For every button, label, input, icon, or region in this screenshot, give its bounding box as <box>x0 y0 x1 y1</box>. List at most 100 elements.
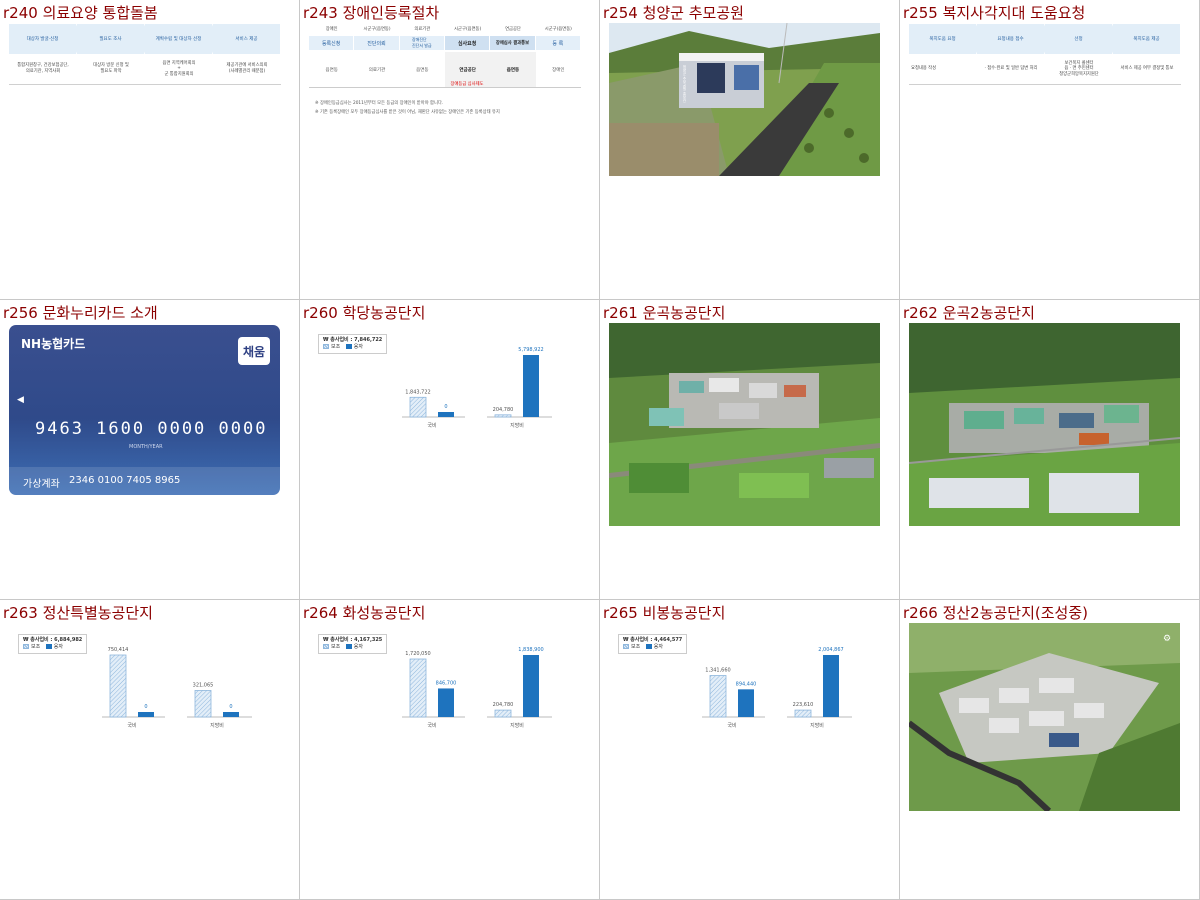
registration-actors: 장애인 시군구(읍면동) 의료기관 시군구(읍면동) 연금공단 시군구(읍면동) <box>309 26 581 36</box>
flow-desc: 서비스 제공 여부 결정및 통보 <box>1120 66 1174 72</box>
category-label: 국비 <box>727 722 736 729</box>
bar-chart-svg: 1,720,050 846,700 국비 204,780 1,838,900 지방비 <box>402 647 552 729</box>
data-label: 0 <box>444 404 447 410</box>
account-number: 2346 0100 7405 8965 <box>69 475 181 486</box>
data-label: 846,700 <box>436 680 457 686</box>
cell-r266[interactable]: r266 정산2농공단지(조성중) ⚙ <box>900 600 1200 900</box>
cell-title: r254 청양군 추모공원 <box>603 4 744 22</box>
budget-chart: ₩ 총사업비 : 6,884,982 보조 융자 750,414 0 국비 321,065… <box>0 600 299 899</box>
budget-chart: ₩ 총사업비 : 7,846,722 보조 융자 1,843,722 0 국비 204,7… <box>300 300 599 599</box>
bar <box>523 655 539 717</box>
bar-chart-svg: 750,414 0 국비 321,065 0 지방비 <box>102 647 252 729</box>
cell-title: r266 정산2농공단지(조성중) <box>903 604 1089 622</box>
flow-step: 필요도 조사 <box>77 24 150 54</box>
data-label: 204,780 <box>493 407 514 413</box>
card-brand: NH농협카드 <box>21 337 86 351</box>
card-month-year: MONTH/YEAR <box>129 444 163 450</box>
cell-r264[interactable]: r264 화성농공단지 ₩ 총사업비 : 4,167,325 보조 융자 1,720… <box>300 600 600 900</box>
bar <box>523 355 539 417</box>
actor-label: 시군구(읍면동) <box>544 27 572 32</box>
card-arrow-icon: ◀ <box>17 395 24 405</box>
card-badge: 채움 <box>238 337 270 365</box>
gallery-grid: r240 의료요양 통합돌봄 대상자 발굴·신청 필요도 조사 계획수립 및 대… <box>0 0 1200 900</box>
reg-step: 등록신청 <box>309 36 355 50</box>
flow-step: 요청내용 접수 <box>977 24 1050 54</box>
who-label: 읍면동 <box>325 67 338 73</box>
flow-step: 선정 <box>1045 24 1118 54</box>
cell-r255[interactable]: r255 복지사각지대 도움요청 복지도움 요청 요청내용 접수 선정 복지도움… <box>900 0 1200 300</box>
registration-steps: 등록신청 진단의뢰 장애진단 진단서 발급 심사요청 장애심사 결과통보 등 록 <box>309 36 581 50</box>
card-account-strip: 가상계좌 2346 0100 7405 8965 <box>9 467 280 495</box>
category-label: 지방비 <box>510 722 524 729</box>
flow-desc: 통합지원창구, 건강보험공단, 의료기관, 지역사회 <box>17 63 69 74</box>
flow-step: 계획수립 및 대상자 선정 <box>145 24 218 54</box>
cell-title: r256 문화누리카드 소개 <box>3 304 158 322</box>
actor-label: 의료기관 <box>414 27 431 32</box>
bar <box>138 712 154 717</box>
flow-steps: 복지도움 요청 요청내용 접수 선정 복지도움 제공 <box>909 24 1181 54</box>
actor-label: 장애인 <box>325 27 338 32</box>
budget-chart: ₩ 총사업비 : 4,464,577 보조 융자 1,341,660 894,440 국… <box>600 600 899 899</box>
account-label: 가상계좌 <box>23 479 60 490</box>
svg-text:⚙: ⚙ <box>1163 634 1171 644</box>
cell-r256[interactable]: r256 문화누리카드 소개 NH농협카드 채움 ◀ 9463 1600 000… <box>0 300 300 600</box>
bar <box>409 658 427 718</box>
category-label: 국비 <box>127 722 136 729</box>
flow-desc: 요청내용 작성 <box>911 66 937 72</box>
welfare-help-flow: 복지도움 요청 요청내용 접수 선정 복지도움 제공 요청내용 작성 · 접수·… <box>909 23 1181 85</box>
budget-chart: ₩ 총사업비 : 4,167,325 보조 융자 1,720,050 846,700 국… <box>300 600 599 899</box>
actor-label: 연금공단 <box>505 27 521 32</box>
category-label: 국비 <box>427 722 436 729</box>
data-label: 5,798,922 <box>518 347 543 353</box>
registration-notes: ※ 장애인등급심사는 2011년부터 모든 등급의 장애인이 받아야 합니다. … <box>309 99 581 117</box>
reg-step: 장애심사 결과통보 <box>490 36 536 50</box>
registration-who: 읍면동 의료기관 읍면동 연금공단 읍면동 장애인 <box>309 52 581 88</box>
cell-title: r255 복지사각지대 도움요청 <box>903 4 1086 22</box>
cell-r254[interactable]: r254 청양군 추모공원 청양군 추모공원 홍보관 <box>600 0 900 300</box>
flow-desc: 대상자 방문 신청 및 필요도 파악 <box>93 63 129 74</box>
cell-r263[interactable]: r263 정산특별농공단지 ₩ 총사업비 : 6,884,982 보조 융자 750… <box>0 600 300 900</box>
data-label: 0 <box>229 704 232 710</box>
who-label: 의료기관 <box>368 67 386 73</box>
data-label: 1,720,050 <box>405 651 430 657</box>
flow-step: 대상자 발굴·신청 <box>9 24 82 54</box>
cell-title: r261 운곡농공단지 <box>603 304 726 322</box>
flow-step: 복지도움 요청 <box>909 24 982 54</box>
data-label: 0 <box>144 704 147 710</box>
actor-label: 시군구(읍면동) <box>363 27 391 32</box>
flow-step: 복지도움 제공 <box>1113 24 1181 54</box>
who-label: 읍면동 <box>416 67 429 73</box>
cell-r265[interactable]: r265 비봉농공단지 ₩ 총사업비 : 4,464,577 보조 융자 1,341… <box>600 600 900 900</box>
cell-r262[interactable]: r262 운곡2농공단지 <box>900 300 1200 600</box>
bar <box>823 655 839 717</box>
cell-r260[interactable]: r260 학당농공단지 ₩ 총사업비 : 7,846,722 보조 융자 1,843… <box>300 300 600 600</box>
integrated-care-flow: 대상자 발굴·신청 필요도 조사 계획수립 및 대상자 선정 서비스 제공 통합… <box>9 23 281 85</box>
data-label: 1,341,660 <box>705 668 730 674</box>
flow-desc: · 접수·완료 및 일반 답변 처리 <box>984 66 1038 72</box>
bar <box>194 690 212 718</box>
bar <box>223 712 239 717</box>
culture-card-image: NH농협카드 채움 ◀ 9463 1600 0000 0000 MONTH/YE… <box>9 325 280 495</box>
data-label: 321,065 <box>193 682 214 688</box>
bar <box>494 709 512 718</box>
cell-r243[interactable]: r243 장애인등록절차 장애인 시군구(읍면동) 의료기관 시군구(읍면동) … <box>300 0 600 300</box>
bar <box>438 688 454 717</box>
bar <box>438 412 454 417</box>
cell-r240[interactable]: r240 의료요양 통합돌봄 대상자 발굴·신청 필요도 조사 계획수립 및 대… <box>0 0 300 300</box>
data-label: 1,843,722 <box>405 389 430 395</box>
cell-title: r240 의료요양 통합돌봄 <box>3 4 158 22</box>
data-label: 2,004,867 <box>818 647 843 653</box>
flow-desc: 제공기관에 서비스의뢰 (사례별관리 때분점) <box>226 63 268 74</box>
who-label: 읍면동 <box>490 52 536 87</box>
category-label: 지방비 <box>810 722 824 729</box>
bar <box>494 414 512 418</box>
who-label: 장애인 <box>552 67 565 73</box>
reg-step: 심사요청 <box>444 36 491 50</box>
category-label: 국비 <box>427 422 436 429</box>
cell-r261[interactable]: r261 운곡농공단지 <box>600 300 900 600</box>
industrial-complex-aerial-photo <box>909 323 1180 526</box>
reg-step: 진단의뢰 <box>354 36 400 50</box>
actor-label: 시군구(읍면동) <box>454 27 482 32</box>
flow-desc: 보건복지 콜센터 읍 · 면 주민센터 청양군희망복지지원단 <box>1059 60 1099 77</box>
industrial-complex-aerial-photo <box>609 323 880 526</box>
